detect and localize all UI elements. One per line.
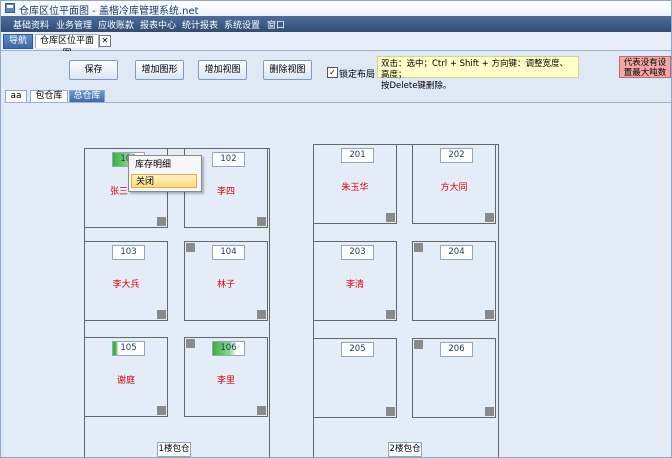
room-104[interactable]: 104 林子 xyxy=(184,241,268,321)
context-menu: 库存明细 关闭 xyxy=(128,155,202,192)
tab-warehouse-floorplan[interactable]: 仓库区位平面图 xyxy=(35,34,99,59)
resize-handle-icon[interactable] xyxy=(157,310,166,319)
legend-no-max-tonnage: 代表没有设 置最大吨数 xyxy=(619,56,671,78)
menu-business[interactable]: 业务管理 xyxy=(56,18,92,31)
room-206-label: 206 xyxy=(440,342,473,357)
move-handle-icon[interactable] xyxy=(186,243,195,252)
menu-item-close[interactable]: 关闭 xyxy=(131,174,197,188)
room-202-tenant: 方大同 xyxy=(440,183,468,193)
menu-report-center[interactable]: 报表中心 xyxy=(140,18,176,31)
room-205-label: 205 xyxy=(341,342,374,357)
menu-basic-data[interactable]: 基础资料 xyxy=(13,18,49,31)
add-view-button[interactable]: 增加视图 xyxy=(198,60,247,80)
room-106-tenant: 李里 xyxy=(216,376,235,386)
window-title: 仓库区位平面图 - 盖楷冷库管理系统.net xyxy=(19,6,199,17)
move-handle-icon[interactable] xyxy=(186,339,195,348)
menu-window[interactable]: 窗口 xyxy=(267,18,285,31)
nav-tab[interactable]: 导航 xyxy=(3,34,33,49)
resize-handle-icon[interactable] xyxy=(485,407,494,416)
room-201[interactable]: 201 朱玉华 xyxy=(313,144,397,224)
room-105-label: 105 xyxy=(112,341,145,356)
room-203-tenant: 李清 xyxy=(345,280,364,290)
resize-handle-icon[interactable] xyxy=(257,310,266,319)
lock-layout-checkbox[interactable]: ✓ xyxy=(327,67,338,78)
room-106-label: 106 xyxy=(212,341,245,356)
resize-handle-icon[interactable] xyxy=(485,310,494,319)
room-202-label: 202 xyxy=(440,148,473,163)
resize-handle-icon[interactable] xyxy=(485,213,494,222)
menu-bar: 基础资料 业务管理 应收账款 报表中心 统计报表 系统设置 窗口 xyxy=(1,16,671,32)
resize-handle-icon[interactable] xyxy=(386,310,395,319)
room-103-label: 103 xyxy=(112,245,145,260)
building-2-label: 2楼包仓 xyxy=(388,442,422,457)
room-203-label: 203 xyxy=(341,245,374,260)
room-106[interactable]: 106 李里 xyxy=(184,337,268,417)
menu-system-settings[interactable]: 系统设置 xyxy=(224,18,260,31)
move-handle-icon[interactable] xyxy=(414,243,423,252)
app-icon xyxy=(5,3,15,13)
save-button[interactable]: 保存 xyxy=(69,60,118,80)
menu-item-stock-detail[interactable]: 库存明细 xyxy=(131,158,197,172)
room-204[interactable]: 204 xyxy=(412,241,496,321)
room-103-tenant: 李大兵 xyxy=(112,280,140,290)
resize-handle-icon[interactable] xyxy=(257,217,266,226)
resize-handle-icon[interactable] xyxy=(257,406,266,415)
legend-line-2: 置最大吨数 xyxy=(623,68,667,78)
room-201-label: 201 xyxy=(341,148,374,163)
menu-receivables[interactable]: 应收账款 xyxy=(98,18,134,31)
room-104-label: 104 xyxy=(212,245,245,260)
document-tab-bar: 导航 仓库区位平面图 ✕ xyxy=(1,32,671,59)
lock-layout-label: 锁定布局 xyxy=(339,70,376,80)
room-105[interactable]: 105 谢庭 xyxy=(84,337,168,417)
legend-line-1: 代表没有设 xyxy=(623,58,667,68)
room-205[interactable]: 205 xyxy=(313,338,397,418)
building-1-label: 1楼包仓1 xyxy=(157,442,191,457)
hint-line-2: 按Delete键删除。 xyxy=(381,81,452,91)
title-bar: 仓库区位平面图 - 盖楷冷库管理系统.net xyxy=(1,1,671,17)
add-shape-button[interactable]: 增加图形 xyxy=(135,60,184,80)
resize-handle-icon[interactable] xyxy=(157,217,166,226)
move-handle-icon[interactable] xyxy=(414,340,423,349)
room-206[interactable]: 206 xyxy=(412,338,496,418)
room-103[interactable]: 103 李大兵 xyxy=(84,241,168,321)
resize-handle-icon[interactable] xyxy=(386,213,395,222)
delete-view-button[interactable]: 删除视图 xyxy=(263,60,312,80)
room-204-label: 204 xyxy=(440,245,473,260)
room-201-tenant: 朱玉华 xyxy=(341,183,369,193)
menu-statistics[interactable]: 统计报表 xyxy=(182,18,218,31)
hint-box: 双击：选中；Ctrl + Shift + 方向键：调整宽度、高度； 按Delet… xyxy=(377,56,579,91)
hint-line-1: 双击：选中；Ctrl + Shift + 方向键：调整宽度、高度； xyxy=(381,59,568,80)
application-window: 仓库区位平面图 - 盖楷冷库管理系统.net 基础资料 业务管理 应收账款 报表… xyxy=(0,0,672,458)
resize-handle-icon[interactable] xyxy=(157,406,166,415)
room-104-tenant: 林子 xyxy=(216,280,235,290)
resize-handle-icon[interactable] xyxy=(386,407,395,416)
room-202[interactable]: 202 方大同 xyxy=(412,144,496,224)
room-105-tenant: 谢庭 xyxy=(116,376,135,386)
close-tab-icon[interactable]: ✕ xyxy=(99,35,111,47)
room-102-label: 102 xyxy=(212,152,245,167)
room-203[interactable]: 203 李清 xyxy=(313,241,397,321)
